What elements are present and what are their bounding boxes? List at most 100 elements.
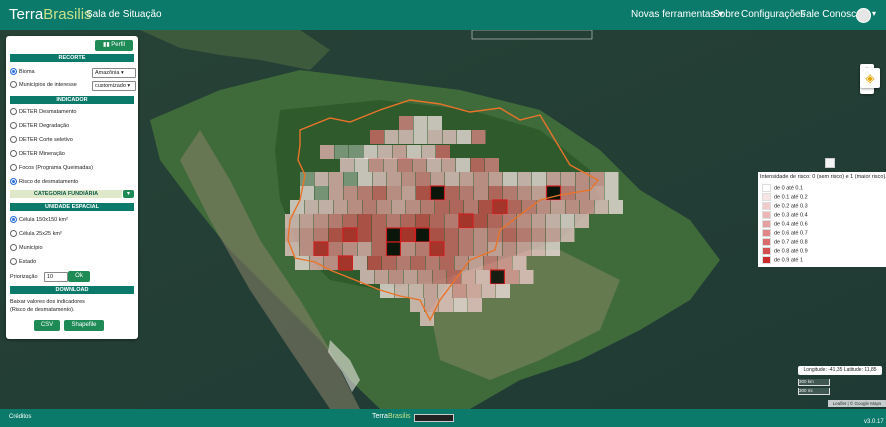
risk-cell[interactable]	[389, 270, 403, 284]
risk-cell[interactable]	[385, 241, 402, 257]
risk-cell[interactable]	[372, 186, 387, 200]
risk-cell[interactable]	[560, 228, 575, 242]
risk-cell[interactable]	[457, 130, 471, 144]
risk-cell[interactable]	[517, 242, 531, 256]
risk-cell[interactable]	[413, 130, 428, 144]
risk-cell[interactable]	[401, 186, 416, 200]
risk-cell[interactable]	[320, 145, 334, 159]
risk-cell[interactable]	[430, 228, 444, 242]
risk-cell[interactable]	[304, 200, 319, 214]
risk-cell[interactable]	[362, 200, 377, 214]
risk-cell[interactable]	[512, 256, 527, 270]
risk-cell[interactable]	[333, 200, 348, 214]
risk-cell[interactable]	[334, 145, 349, 159]
risk-cell[interactable]	[444, 228, 459, 242]
risk-cell[interactable]	[519, 270, 534, 284]
risk-cell[interactable]	[473, 228, 488, 242]
risk-cell[interactable]	[414, 227, 431, 243]
risk-cell[interactable]	[436, 145, 450, 159]
risk-cell[interactable]	[575, 186, 590, 200]
risk-cell[interactable]	[565, 200, 580, 214]
priorizacao-input[interactable]: 10	[44, 272, 68, 282]
risk-cell[interactable]	[444, 214, 459, 228]
risk-cell[interactable]	[485, 158, 499, 172]
risk-cell[interactable]	[488, 186, 503, 200]
risk-cell[interactable]	[377, 200, 391, 214]
layers-button[interactable]: ◈	[860, 68, 880, 88]
risk-cell[interactable]	[409, 284, 423, 298]
risk-cell[interactable]	[467, 284, 481, 298]
radio-bioma[interactable]: Bioma	[10, 68, 35, 76]
nav-novas-ferramentas[interactable]: Novas ferramentas ▾	[631, 9, 723, 20]
risk-cell[interactable]	[314, 214, 328, 228]
risk-cell[interactable]	[411, 256, 425, 270]
risk-cell[interactable]	[398, 158, 412, 172]
risk-cell[interactable]	[445, 186, 459, 200]
risk-cell[interactable]	[435, 200, 449, 214]
radio-estado[interactable]: Estado	[10, 258, 36, 266]
risk-cell[interactable]	[546, 228, 560, 242]
risk-cell[interactable]	[382, 256, 396, 270]
risk-cell[interactable]	[532, 172, 546, 186]
radio-municipios[interactable]: Municípios de interesse	[10, 81, 77, 89]
risk-cell[interactable]	[400, 227, 416, 243]
risk-cell[interactable]	[444, 242, 459, 256]
categoria-toggle-button[interactable]: ▾	[123, 190, 134, 198]
risk-cell[interactable]	[489, 269, 506, 285]
radio-risco-desmatamento[interactable]: Risco de desmatamento	[10, 178, 78, 186]
radio-deter-desmatamento[interactable]: DETER Desmatamento	[10, 108, 76, 116]
risk-cell[interactable]	[363, 145, 378, 159]
risk-cell[interactable]	[319, 200, 333, 214]
terrabrasilis-logo[interactable]: TerraBrasilis	[9, 6, 92, 23]
risk-cell[interactable]	[456, 158, 470, 172]
risk-cell[interactable]	[496, 284, 510, 298]
risk-cell[interactable]	[423, 284, 438, 298]
risk-cell[interactable]	[474, 172, 488, 186]
risk-cell[interactable]	[459, 228, 473, 242]
risk-cell[interactable]	[401, 214, 415, 228]
risk-cell[interactable]	[470, 158, 485, 172]
risk-cell[interactable]	[503, 172, 517, 186]
risk-cell[interactable]	[483, 256, 498, 270]
risk-cell[interactable]	[360, 270, 374, 284]
risk-cell[interactable]	[374, 270, 389, 284]
risk-cell[interactable]	[421, 145, 436, 159]
risk-cell[interactable]	[354, 158, 369, 172]
risk-cell[interactable]	[459, 172, 474, 186]
risk-cell[interactable]	[429, 185, 446, 201]
risk-cell[interactable]	[430, 172, 445, 186]
risk-cell[interactable]	[348, 200, 362, 214]
risk-cell[interactable]	[401, 242, 415, 256]
risk-cell[interactable]	[357, 214, 372, 228]
risk-cell[interactable]	[378, 145, 392, 159]
risk-cell[interactable]	[416, 172, 430, 186]
risk-cell[interactable]	[546, 214, 560, 228]
risk-cell[interactable]	[461, 270, 476, 284]
risk-cell[interactable]	[424, 298, 439, 312]
risk-cell[interactable]	[604, 186, 619, 200]
risk-cell[interactable]	[459, 186, 474, 200]
download-shapefile-button[interactable]: Shapefile	[64, 320, 104, 331]
risk-cell[interactable]	[387, 186, 401, 200]
risk-cell[interactable]	[474, 186, 488, 200]
risk-cell[interactable]	[413, 116, 428, 130]
risk-cell[interactable]	[476, 270, 490, 284]
risk-cell[interactable]	[349, 145, 363, 159]
radio-municipio[interactable]: Município	[10, 244, 43, 252]
risk-cell[interactable]	[343, 242, 357, 256]
risk-cell[interactable]	[387, 172, 401, 186]
risk-cell[interactable]	[609, 200, 623, 214]
risk-cell[interactable]	[428, 116, 442, 130]
risk-cell[interactable]	[471, 130, 486, 144]
risk-cell[interactable]	[441, 158, 456, 172]
radio-deter-corte-seletivo[interactable]: DETER Corte seletivo	[10, 136, 73, 144]
risk-cell[interactable]	[372, 242, 386, 256]
risk-cell[interactable]	[517, 186, 532, 200]
risk-cell[interactable]	[328, 214, 343, 228]
risk-cell[interactable]	[314, 186, 329, 200]
risk-cell[interactable]	[492, 199, 508, 215]
radio-focos-queimadas[interactable]: Focos (Programa Queimadas)	[10, 164, 93, 172]
risk-cell[interactable]	[372, 214, 386, 228]
radio-celula-150[interactable]: Célula 150x150 km²	[10, 216, 68, 224]
risk-cell[interactable]	[383, 158, 398, 172]
